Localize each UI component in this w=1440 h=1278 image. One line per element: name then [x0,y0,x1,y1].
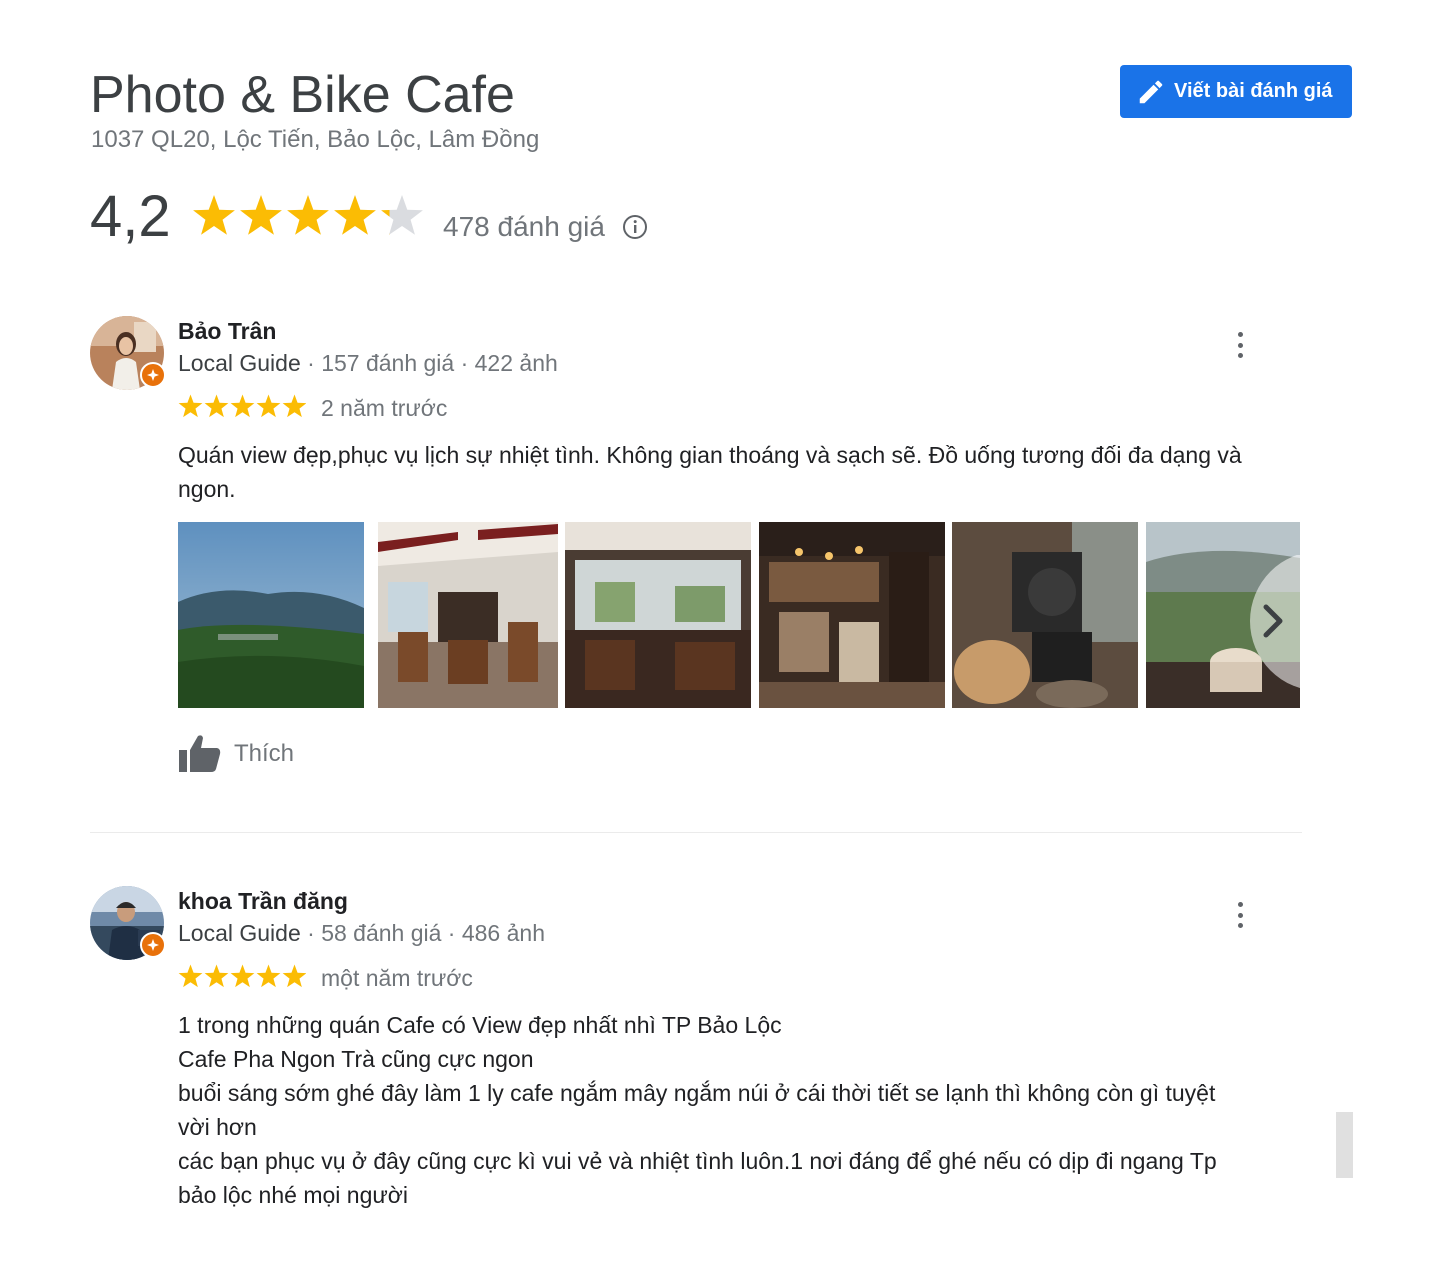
star-icon [256,964,281,988]
info-icon[interactable] [622,214,648,240]
local-guide-badge-icon [140,362,166,388]
like-button[interactable]: Thích [178,734,294,774]
reviewer-name[interactable]: khoa Trần đăng [178,886,348,916]
review-card: khoa Trần đăng Local Guide · 58 đánh giá… [90,886,1300,1216]
reviewer-meta: Local Guide · 157 đánh giá · 422 ảnh [178,348,558,378]
write-review-label: Viết bài đánh giá [1174,80,1333,102]
avatar[interactable] [90,316,166,390]
review-photo[interactable] [378,522,558,708]
next-photos-button[interactable] [1232,551,1390,691]
local-guide-label: Local Guide [178,920,301,946]
review-photo[interactable] [759,522,945,708]
reviewer-stats: · 157 đánh giá · 422 ảnh [300,350,558,376]
star-icon [178,394,203,418]
star-icon [178,964,203,988]
reviewer-stats: · 58 đánh giá · 486 ảnh [300,920,545,946]
review-photo[interactable] [178,522,364,708]
review-time: 2 năm trước [321,395,448,421]
review-time: một năm trước [321,965,473,991]
star-icon [230,394,255,418]
rating-stars [193,195,423,235]
review-count[interactable]: 478 đánh giá [443,210,605,244]
star-icon [240,195,282,235]
write-review-button[interactable]: Viết bài đánh giá [1120,65,1352,118]
review-text: Quán view đẹp,phục vụ lịch sự nhiệt tình… [178,442,1242,502]
review-photos [178,522,1300,708]
review-text: 1 trong những quán Cafe có View đẹp nhất… [178,1012,1217,1208]
local-guide-badge-icon [140,932,166,958]
place-title: Photo & Bike Cafe [90,66,515,124]
more-options-icon[interactable] [1228,330,1252,360]
local-guide-label: Local Guide [178,350,301,376]
star-icon [256,394,281,418]
review-divider [90,832,1302,833]
review-card: Bảo Trân Local Guide · 157 đánh giá · 42… [90,316,1390,796]
star-icon [334,195,376,235]
review-stars [178,964,306,988]
star-icon [282,394,306,418]
reviewer-name[interactable]: Bảo Trân [178,316,276,346]
pencil-icon [1136,77,1166,107]
star-icon [204,964,229,988]
star-icon [381,195,423,235]
place-address: 1037 QL20, Lộc Tiến, Bảo Lộc, Lâm Đồng [91,126,540,153]
review-photo[interactable] [565,522,751,708]
star-icon [204,394,229,418]
rating-value: 4,2 [90,184,171,249]
review-photo[interactable] [952,522,1138,708]
star-icon [282,964,306,988]
more-options-icon[interactable] [1228,900,1252,930]
thumbs-up-icon [179,735,221,772]
scrollbar-thumb[interactable] [1336,1112,1353,1178]
star-icon [287,195,329,235]
avatar[interactable] [90,886,166,960]
star-icon [230,964,255,988]
review-stars [178,394,306,418]
like-label: Thích [234,740,295,767]
reviewer-meta: Local Guide · 58 đánh giá · 486 ảnh [178,918,545,948]
star-icon [193,195,235,235]
